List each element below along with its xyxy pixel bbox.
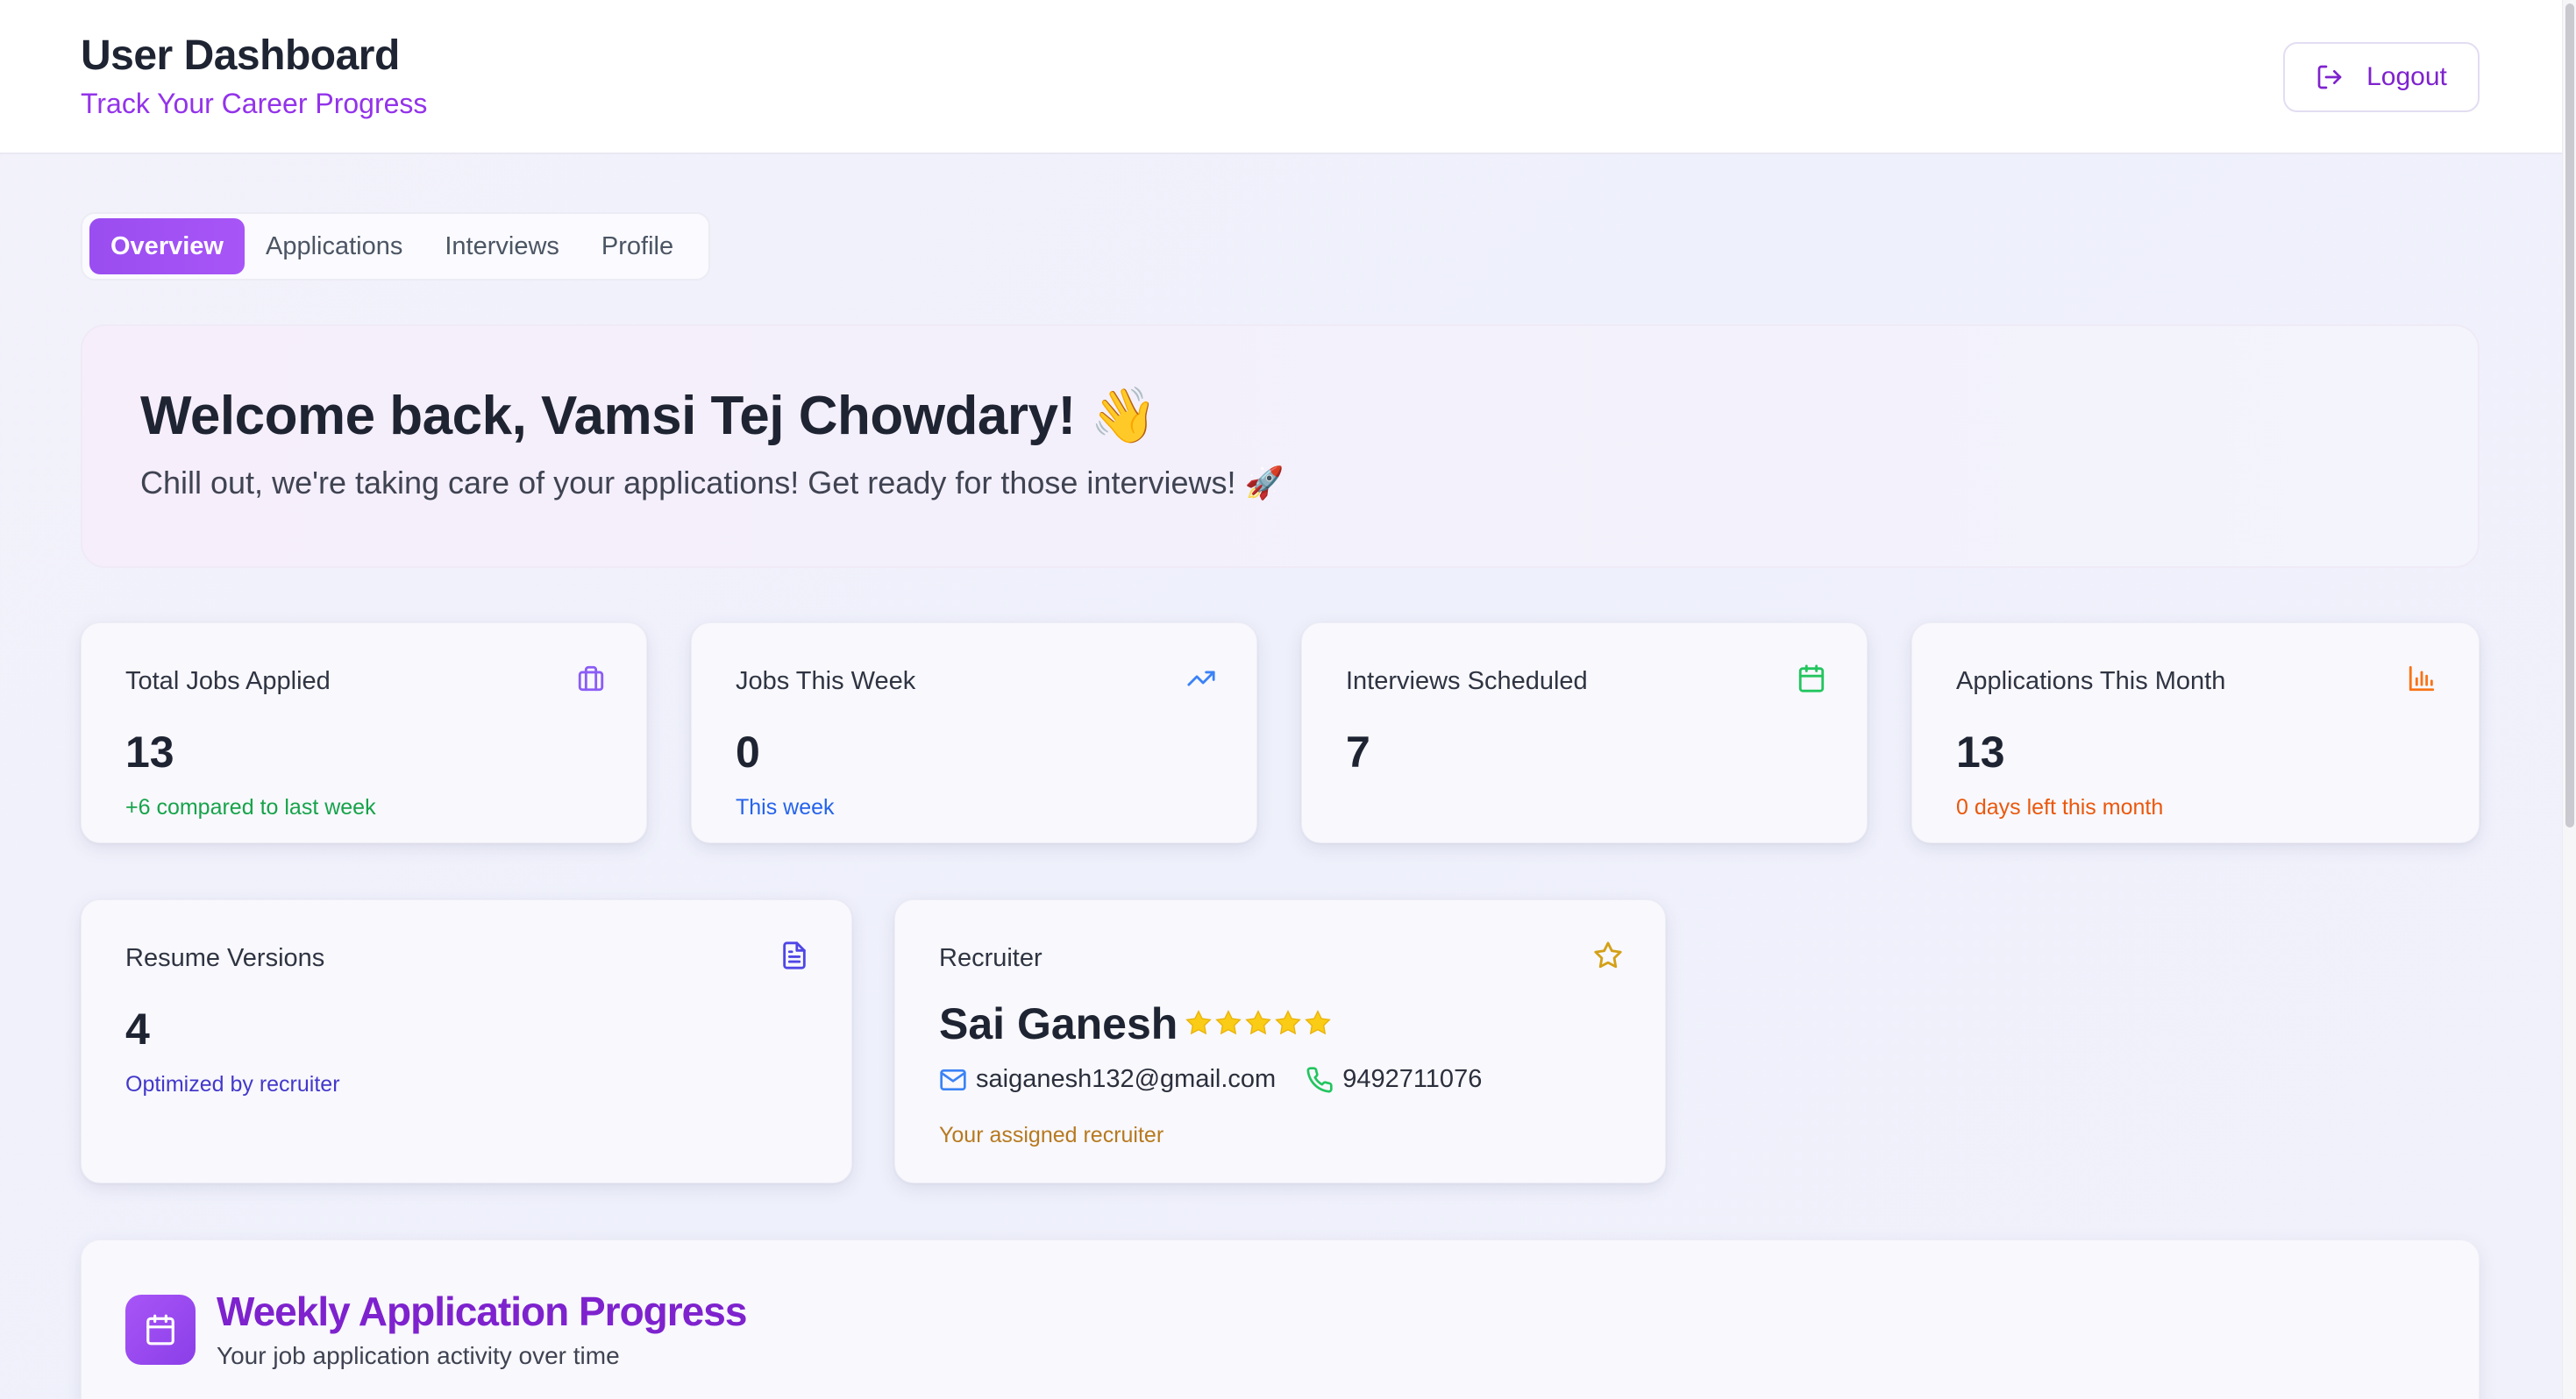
stat-sub: This week [736, 795, 835, 820]
weekly-title: Weekly Application Progress [217, 1289, 747, 1334]
weekly-subtitle: Your job application activity over time [217, 1342, 620, 1369]
star-icon [1275, 1010, 1301, 1035]
resume-sub: Optimized by recruiter [125, 1072, 340, 1097]
resume-count: 4 [125, 1005, 150, 1054]
stat-sub: 0 days left this month [1956, 795, 2164, 820]
recruiter-name: Sai Ganesh [939, 999, 1178, 1048]
page-title: User Dashboard [81, 32, 400, 79]
logout-label: Logout [2366, 62, 2447, 91]
mail-icon [940, 1069, 966, 1090]
stat-label: Applications This Month [1956, 667, 2226, 695]
document-icon [783, 941, 806, 969]
recruiter-note: Your assigned recruiter [939, 1123, 1164, 1147]
stat-card-interviews: Interviews Scheduled 7 [1301, 622, 1868, 843]
resume-versions-card: Resume Versions 4 Optimized by recruiter [81, 899, 852, 1183]
stat-card-total-jobs: Total Jobs Applied 13 +6 compared to las… [81, 622, 647, 843]
stat-value: 13 [1956, 728, 2005, 777]
welcome-title: Welcome back, Vamsi Tej Chowdary! 👋 [140, 386, 1158, 446]
weekly-icon-badge [125, 1295, 196, 1365]
calendar-icon [1798, 664, 1825, 692]
page-subtitle: Track Your Career Progress [81, 88, 428, 119]
recruiter-contact: saiganesh132@gmail.com 9492711076 [939, 1065, 1482, 1094]
recruiter-label: Recruiter [939, 944, 1042, 972]
tab-interviews[interactable]: Interviews [423, 218, 580, 274]
star-icon [1305, 1010, 1331, 1035]
star-icon [1245, 1010, 1271, 1035]
stat-value: 0 [736, 728, 760, 777]
star-outline-icon [1594, 941, 1622, 969]
recruiter-phone[interactable]: 9492711076 [1342, 1065, 1482, 1094]
logout-button[interactable]: Logout [2283, 42, 2480, 112]
stat-sub: +6 compared to last week [125, 795, 376, 820]
star-icon [1185, 1010, 1212, 1035]
weekly-progress-card: Weekly Application Progress Your job app… [81, 1239, 2480, 1399]
trending-up-icon [1187, 671, 1215, 686]
welcome-banner: Welcome back, Vamsi Tej Chowdary! 👋 Chil… [81, 324, 2480, 568]
calendar-icon [146, 1314, 174, 1346]
tab-profile[interactable]: Profile [580, 218, 694, 274]
star-icon [1215, 1010, 1242, 1035]
page-scrollbar[interactable] [2562, 0, 2576, 1399]
logout-icon [2317, 65, 2342, 89]
recruiter-rating [1185, 1009, 1332, 1037]
welcome-text: Chill out, we're taking care of your app… [140, 465, 1284, 501]
tab-bar: Overview Applications Interviews Profile [81, 212, 710, 281]
recruiter-card: Recruiter Sai Ganesh saiganesh132@gmail.… [894, 899, 1666, 1183]
stat-value: 7 [1346, 728, 1370, 777]
stat-label: Jobs This Week [736, 667, 916, 695]
tab-applications[interactable]: Applications [245, 218, 423, 274]
stat-card-jobs-week: Jobs This Week 0 This week [691, 622, 1257, 843]
tab-overview[interactable]: Overview [89, 218, 245, 274]
stat-label: Total Jobs Applied [125, 667, 331, 695]
stat-label: Interviews Scheduled [1346, 667, 1588, 695]
stat-value: 13 [125, 728, 174, 777]
phone-icon [1306, 1066, 1333, 1093]
resume-label: Resume Versions [125, 944, 325, 972]
stat-card-applications-month: Applications This Month 13 0 days left t… [1911, 622, 2480, 843]
recruiter-email[interactable]: saiganesh132@gmail.com [976, 1065, 1276, 1094]
app-header: User Dashboard Track Your Career Progres… [0, 0, 2562, 154]
scrollbar-thumb[interactable] [2565, 4, 2574, 827]
briefcase-icon [578, 665, 604, 692]
bar-chart-icon [2409, 665, 2435, 692]
